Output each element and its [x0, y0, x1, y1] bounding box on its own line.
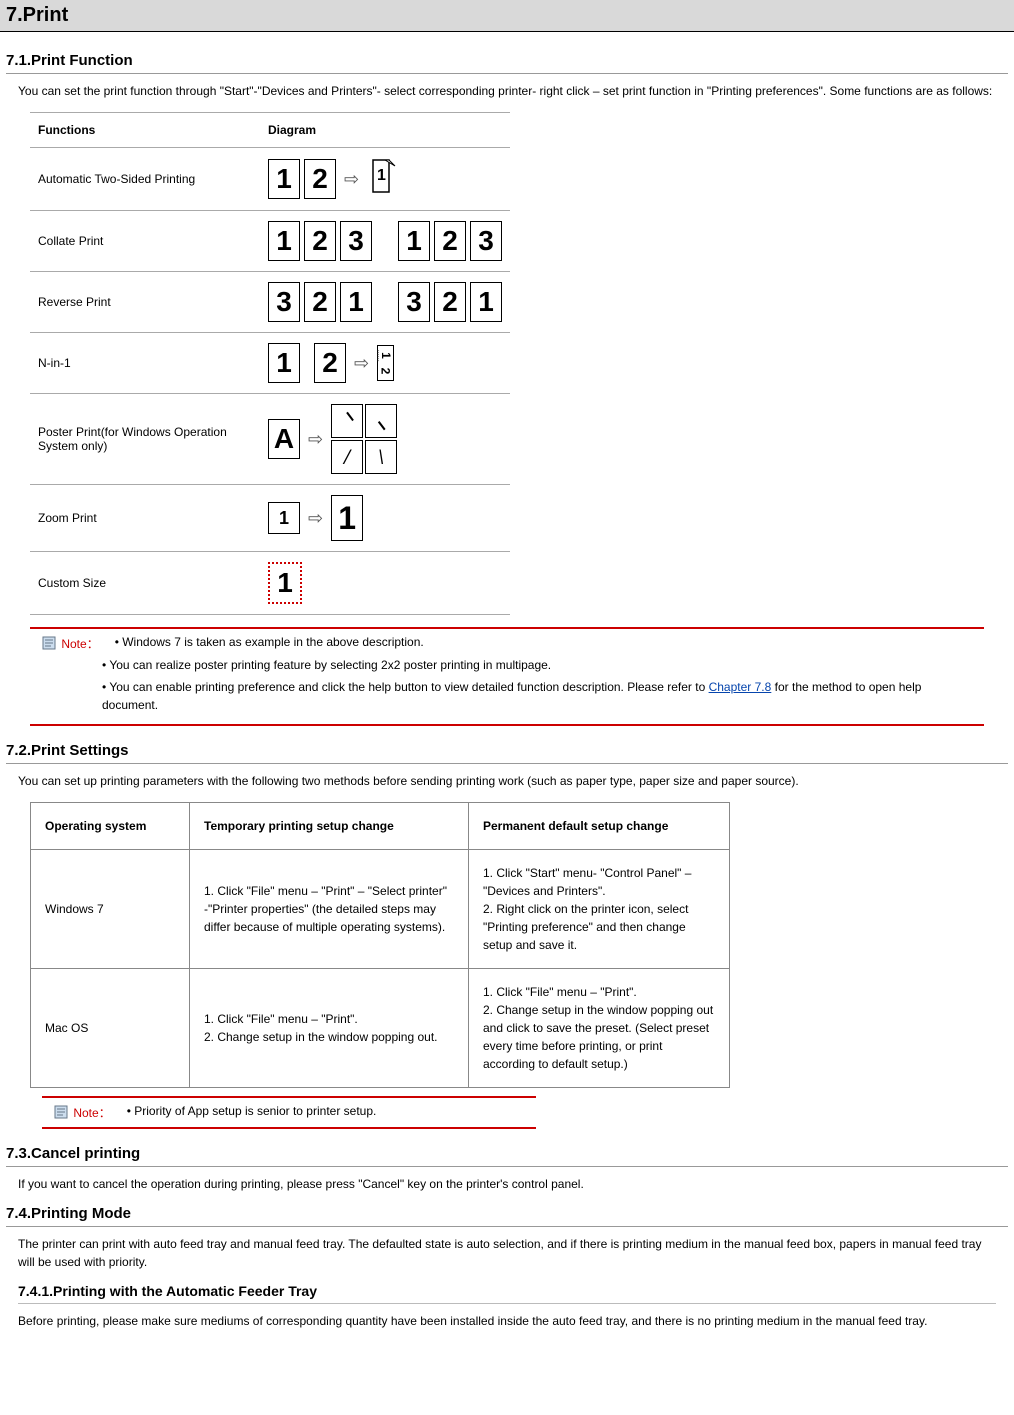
diag-num-icon: 3	[470, 221, 502, 261]
arrow-right-icon: ⇨	[308, 508, 323, 529]
svg-text:1: 1	[377, 167, 386, 184]
page-title: 7.Print	[0, 0, 1014, 32]
diagram-custom-size: 1	[260, 552, 510, 615]
function-auto-two-sided: Automatic Two-Sided Printing	[30, 148, 260, 211]
table-row: Poster Print(for Windows Operation Syste…	[30, 394, 510, 485]
diag-big-1-icon: 1	[331, 495, 363, 541]
table-row: Custom Size 1	[30, 552, 510, 615]
function-n-in-1: N-in-1	[30, 333, 260, 394]
note-icon	[42, 636, 56, 650]
section-7-4-intro: The printer can print with auto feed tra…	[18, 1235, 996, 1271]
diag-num-icon: 2	[304, 282, 336, 322]
function-custom-size: Custom Size	[30, 552, 260, 615]
note-item-1: • Windows 7 is taken as example in the a…	[115, 635, 424, 649]
diag-page-2-icon: 2	[304, 159, 336, 199]
diag-num-icon: 2	[304, 221, 336, 261]
diag-custom-1-icon: 1	[268, 562, 302, 604]
diagram-collate: 1 2 3 1 2 3	[260, 211, 510, 272]
note-item-3: • You can enable printing preference and…	[102, 678, 972, 714]
temp-macos: 1. Click "File" menu – "Print". 2. Chang…	[190, 969, 469, 1088]
diagram-zoom: 1 ⇨ 1	[260, 485, 510, 552]
table-row: N-in-1 1 2 ⇨ 1 2	[30, 333, 510, 394]
diag-num-icon: 1	[340, 282, 372, 322]
settings-header-temp: Temporary printing setup change	[190, 803, 469, 850]
settings-header-os: Operating system	[31, 803, 190, 850]
diag-num-icon: 3	[398, 282, 430, 322]
diag-num-icon: 2	[434, 282, 466, 322]
flip-page-icon: 1	[367, 158, 397, 200]
diag-small-1-icon: 1	[268, 502, 300, 534]
table-row: Windows 7 1. Click "File" menu – "Print"…	[31, 850, 730, 969]
diag-num-icon: 1	[470, 282, 502, 322]
diag-poster-tile-icon: ⸜	[365, 404, 397, 438]
table-row: Reverse Print 3 2 1 3 2 1	[30, 272, 510, 333]
table-row: Automatic Two-Sided Printing 1 2 ⇨ 1	[30, 148, 510, 211]
print-settings-table: Operating system Temporary printing setu…	[30, 802, 730, 1088]
diag-poster-tile-icon: \	[365, 440, 397, 474]
function-zoom: Zoom Print	[30, 485, 260, 552]
diag-num-icon: 1	[398, 221, 430, 261]
note-item-2: • You can realize poster printing featur…	[102, 656, 972, 674]
os-macos: Mac OS	[31, 969, 190, 1088]
arrow-right-icon: ⇨	[354, 353, 369, 374]
note-label: Note：	[61, 635, 111, 652]
section-7-4-1-title: 7.4.1.Printing with the Automatic Feeder…	[18, 1283, 996, 1304]
settings-header-perm: Permanent default setup change	[469, 803, 730, 850]
temp-windows7: 1. Click "File" menu – "Print" – "Select…	[190, 850, 469, 969]
functions-header-1: Functions	[30, 113, 260, 148]
diagram-auto-two-sided: 1 2 ⇨ 1	[260, 148, 510, 211]
table-row: Zoom Print 1 ⇨ 1	[30, 485, 510, 552]
note-7-2-text: • Priority of App setup is senior to pri…	[127, 1104, 377, 1118]
diag-num-icon: 1	[268, 221, 300, 261]
diag-num-icon: 2	[314, 343, 346, 383]
function-collate: Collate Print	[30, 211, 260, 272]
diagram-n-in-1: 1 2 ⇨ 1 2	[260, 333, 510, 394]
note-icon	[54, 1105, 68, 1119]
diag-letter-a-icon: A	[268, 419, 300, 459]
diag-combined-2-icon: 2	[378, 366, 392, 377]
section-7-1-intro: You can set the print function through "…	[18, 82, 996, 100]
diag-num-icon: 3	[268, 282, 300, 322]
section-7-2-title: 7.2.Print Settings	[6, 742, 1008, 764]
function-reverse: Reverse Print	[30, 272, 260, 333]
diag-num-icon: 2	[434, 221, 466, 261]
section-7-4-1-intro: Before printing, please make sure medium…	[18, 1312, 996, 1330]
section-7-2-intro: You can set up printing parameters with …	[18, 772, 996, 790]
diag-num-icon: 1	[268, 343, 300, 383]
diag-combined-1-icon: 1	[378, 350, 393, 361]
function-poster: Poster Print(for Windows Operation Syste…	[30, 394, 260, 485]
functions-table: Functions Diagram Automatic Two-Sided Pr…	[30, 112, 510, 615]
note-item-3-pre: • You can enable printing preference and…	[102, 680, 709, 694]
table-row: Mac OS 1. Click "File" menu – "Print". 2…	[31, 969, 730, 1088]
diag-poster-tile-icon: ⸌	[331, 404, 363, 438]
section-7-3-title: 7.3.Cancel printing	[6, 1145, 1008, 1167]
diag-poster-tile-icon: /	[331, 440, 363, 474]
arrow-right-icon: ⇨	[308, 429, 323, 450]
diagram-poster: A ⇨ ⸌ ⸜ / \	[260, 394, 510, 485]
diag-num-icon: 3	[340, 221, 372, 261]
section-7-3-intro: If you want to cancel the operation duri…	[18, 1175, 996, 1193]
note-block-7-1: Note： • Windows 7 is taken as example in…	[30, 627, 984, 726]
table-row: Collate Print 1 2 3 1 2 3	[30, 211, 510, 272]
arrow-right-icon: ⇨	[344, 169, 359, 190]
perm-macos: 1. Click "File" menu – "Print". 2. Chang…	[469, 969, 730, 1088]
chapter-7-8-link[interactable]: Chapter 7.8	[709, 680, 772, 694]
note-block-7-2: Note： • Priority of App setup is senior …	[42, 1096, 536, 1129]
os-windows7: Windows 7	[31, 850, 190, 969]
diag-page-1-icon: 1	[268, 159, 300, 199]
perm-windows7: 1. Click "Start" menu- "Control Panel" –…	[469, 850, 730, 969]
section-7-4-title: 7.4.Printing Mode	[6, 1205, 1008, 1227]
diagram-reverse: 3 2 1 3 2 1	[260, 272, 510, 333]
functions-header-2: Diagram	[260, 113, 510, 148]
note-label: Note：	[73, 1104, 123, 1121]
section-7-1-title: 7.1.Print Function	[6, 52, 1008, 74]
